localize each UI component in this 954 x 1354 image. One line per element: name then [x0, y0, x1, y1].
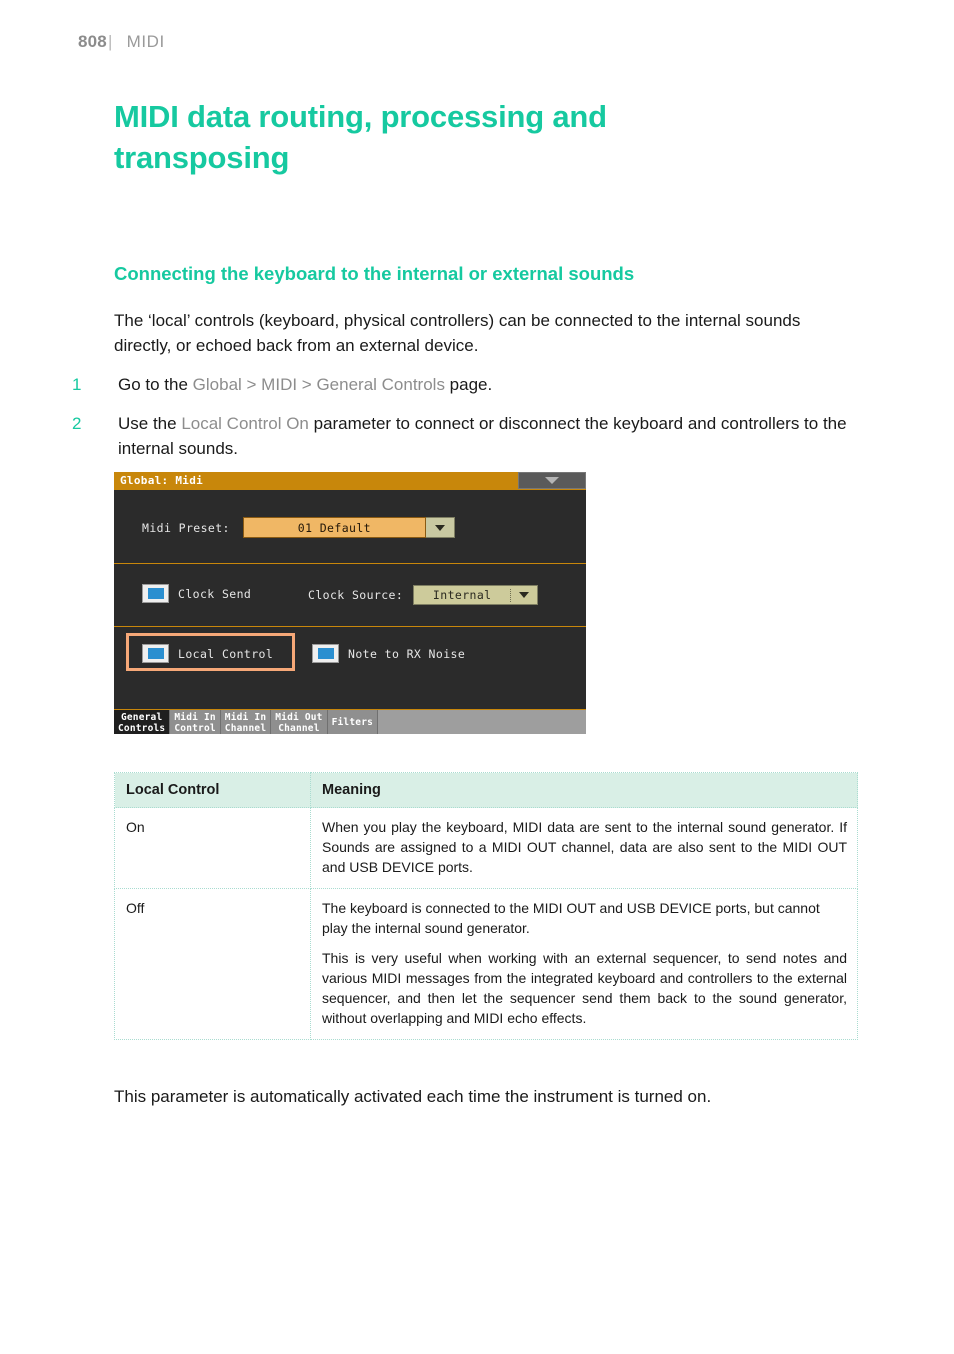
clock-send-row[interactable]: Clock Send	[142, 584, 251, 603]
caret-down-icon	[545, 477, 559, 484]
tab-label-line1: General	[120, 711, 163, 723]
tab-label-line1: Midi Out	[275, 711, 323, 723]
page-title: MIDI data routing, processing and transp…	[114, 99, 607, 175]
caret-down-icon	[519, 592, 530, 598]
device-titlebar: Global: Midi	[114, 472, 586, 489]
procedure-steps: 1 Go to the Global > MIDI > General Cont…	[72, 372, 862, 475]
clock-source-value: Internal	[432, 588, 492, 602]
tab-midi-in-channel[interactable]: Midi In Channel	[220, 710, 272, 734]
step-text-after: page.	[444, 375, 493, 394]
table-cell-meaning: When you play the keyboard, MIDI data ar…	[310, 807, 858, 889]
tab-label-line2: Channel	[224, 722, 267, 734]
checkbox-fill-icon	[317, 648, 334, 659]
tab-filters[interactable]: Filters	[327, 710, 379, 734]
tab-label-line2: Control	[174, 722, 216, 734]
step-ui-reference: Global > MIDI > General Controls	[192, 375, 445, 394]
note-to-rx-noise-checkbox[interactable]	[312, 644, 339, 663]
clock-source-label: Clock Source:	[308, 588, 404, 602]
step-number: 1	[72, 375, 82, 394]
step-text: Go to the Global > MIDI > General Contro…	[118, 372, 862, 397]
clock-send-label: Clock Send	[178, 586, 252, 601]
table-header-meaning: Meaning	[310, 772, 858, 808]
step-ui-reference: Local Control On	[181, 414, 309, 433]
meaning-paragraph: When you play the keyboard, MIDI data ar…	[322, 819, 847, 875]
device-page-menu-button[interactable]	[518, 472, 586, 489]
tab-midi-out-channel[interactable]: Midi Out Channel	[271, 710, 328, 734]
step-number: 2	[72, 414, 82, 433]
table-header-row: Local Control Meaning	[114, 772, 858, 808]
section-heading: Connecting the keyboard to the internal …	[114, 263, 635, 284]
device-screenshot-figure: Global: Midi Midi Preset: 01 Default Clo…	[114, 472, 586, 734]
table-row: Off The keyboard is connected to the MID…	[114, 888, 858, 1040]
checkbox-fill-icon	[147, 648, 164, 659]
tab-midi-in-control[interactable]: Midi In Control	[170, 710, 221, 734]
table-row: On When you play the keyboard, MIDI data…	[114, 807, 858, 889]
step-text-before: Use the	[118, 414, 182, 433]
tab-label-line1: Midi In	[174, 711, 216, 723]
midi-preset-dropdown-button[interactable]	[425, 517, 455, 538]
running-header: 808| MIDI	[78, 32, 165, 52]
page-number: 808	[78, 32, 107, 51]
table-cell-meaning: The keyboard is connected to the MIDI OU…	[310, 888, 858, 1040]
step-text-before: Go to the	[118, 375, 193, 394]
step-text: Use the Local Control On parameter to co…	[118, 411, 862, 461]
note-to-rx-noise-label: Note to RX Noise	[348, 646, 466, 661]
checkbox-fill-icon	[147, 588, 164, 599]
tab-bar-filler	[378, 710, 586, 734]
clock-source-row: Clock Source: Internal	[308, 585, 539, 605]
step-2: 2 Use the Local Control On parameter to …	[72, 411, 862, 461]
chapter-title: MIDI	[126, 32, 165, 51]
device-clock-panel: Clock Send Clock Source: Internal	[114, 564, 586, 627]
midi-preset-field[interactable]: 01 Default	[242, 517, 426, 538]
note-to-rx-noise-row[interactable]: Note to RX Noise	[312, 644, 465, 663]
device-controls-panel: Local Control Note to RX Noise	[114, 627, 586, 689]
meaning-paragraph: The keyboard is connected to the MIDI OU…	[322, 900, 820, 936]
tab-label-line2: Controls	[118, 722, 166, 734]
device-window-title: Global: Midi	[114, 472, 518, 489]
tab-label-line1: Filters	[331, 717, 374, 728]
midi-preset-label: Midi Preset:	[142, 520, 230, 535]
table-cell-key: On	[114, 807, 311, 889]
page-content: MIDI data routing, processing and transp…	[72, 96, 874, 1106]
midi-preset-row: Midi Preset: 01 Default	[142, 517, 455, 538]
tab-general-controls[interactable]: General Controls	[114, 710, 171, 734]
step-1: 1 Go to the Global > MIDI > General Cont…	[72, 372, 862, 397]
meaning-paragraph: This is very useful when working with an…	[322, 950, 847, 1026]
device-preset-panel: Midi Preset: 01 Default	[114, 489, 586, 564]
intro-paragraph: The ‘local’ controls (keyboard, physical…	[114, 311, 801, 355]
table-header-local-control: Local Control	[114, 772, 311, 808]
local-control-table: Local Control Meaning On When you play t…	[114, 772, 858, 1040]
tab-label-line1: Midi In	[224, 711, 267, 723]
closing-paragraph: This parameter is automatically activate…	[114, 1087, 712, 1106]
local-control-checkbox[interactable]	[142, 644, 169, 663]
tab-label-line2: Channel	[278, 722, 320, 734]
local-control-label: Local Control	[178, 646, 274, 661]
local-control-row[interactable]: Local Control	[142, 644, 273, 663]
caret-down-icon	[434, 524, 445, 531]
clock-source-dropdown-button[interactable]	[511, 592, 537, 598]
clock-send-checkbox[interactable]	[142, 584, 169, 603]
clock-source-combo[interactable]: Internal	[413, 585, 539, 605]
table-cell-key: Off	[114, 888, 311, 1040]
device-tab-bar: General Controls Midi In Control Midi In…	[114, 709, 586, 734]
header-separator: |	[107, 32, 113, 51]
